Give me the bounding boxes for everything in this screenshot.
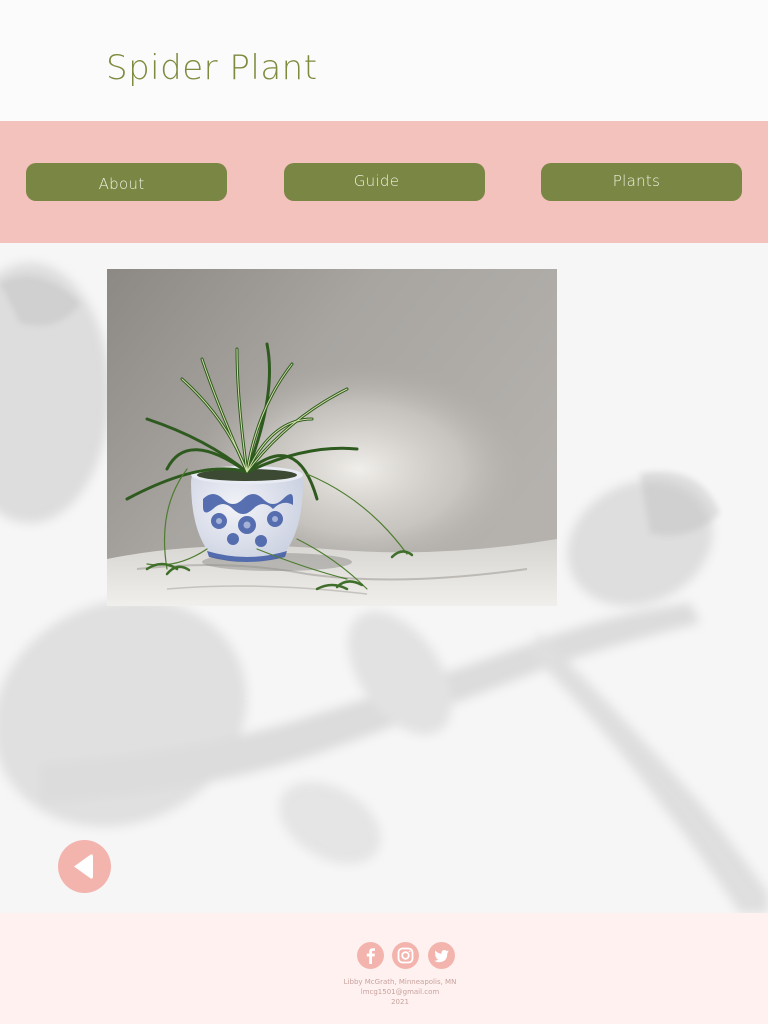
back-arrow-icon — [74, 854, 93, 879]
twitter-icon[interactable] — [428, 942, 455, 969]
facebook-icon[interactable] — [357, 942, 384, 969]
site-footer: Libby McGrath, Minneapolis, MN lmcg1501@… — [0, 913, 768, 1024]
nav-bar: About Guide Plants — [0, 121, 768, 243]
page-title: Spider Plant — [106, 48, 318, 88]
footer-name-location: Libby McGrath, Minneapolis, MN — [343, 978, 457, 986]
nav-plants-button[interactable]: Plants — [541, 163, 742, 201]
back-button[interactable] — [58, 840, 111, 893]
instagram-icon[interactable] — [392, 942, 419, 969]
main-content — [0, 243, 768, 913]
nav-guide-button[interactable]: Guide — [284, 163, 485, 201]
footer-year: 2021 — [391, 998, 409, 1006]
footer-email: lmcg1501@gmail.com — [360, 988, 440, 996]
site-header: Spider Plant — [0, 0, 768, 121]
nav-about-button[interactable]: About — [26, 163, 227, 201]
spider-plant-photo — [107, 269, 557, 606]
